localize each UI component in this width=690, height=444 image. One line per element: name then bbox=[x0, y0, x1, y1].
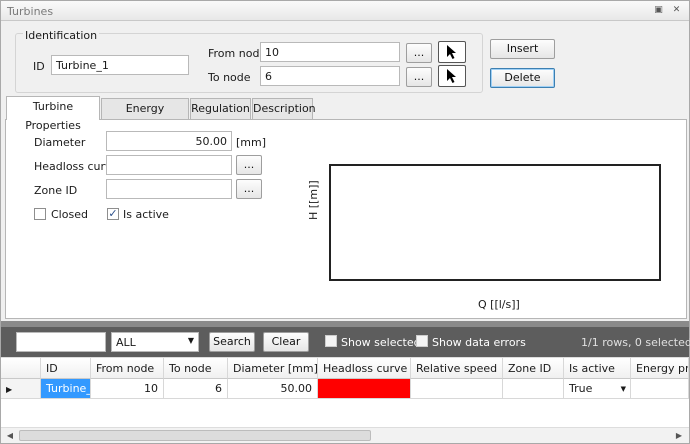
filter-bar: ALL ▼ Search Clear Show selected Show da… bbox=[1, 327, 690, 357]
tab-description[interactable]: Description bbox=[252, 98, 316, 119]
diameter-label: Diameter bbox=[34, 136, 86, 149]
close-icon[interactable]: ✕ bbox=[671, 5, 682, 16]
table-cell-id[interactable]: Turbine_1 bbox=[41, 379, 91, 399]
zone-id-browse-button[interactable]: ... bbox=[236, 179, 262, 199]
is-active-value: True bbox=[569, 382, 593, 395]
horizontal-scrollbar[interactable]: ◀ ▶ bbox=[1, 427, 689, 443]
table-cell-diameter[interactable]: 50.00 bbox=[228, 379, 318, 399]
current-row-arrow-icon: ▶ bbox=[6, 385, 13, 394]
to-node-input[interactable]: 6 bbox=[260, 66, 400, 86]
headloss-curve-browse-button[interactable]: ... bbox=[236, 155, 262, 175]
insert-button[interactable]: Insert bbox=[490, 39, 555, 59]
cursor-pointer-icon bbox=[447, 69, 456, 83]
column-header[interactable]: To node bbox=[164, 358, 228, 379]
delete-button[interactable]: Delete bbox=[490, 68, 555, 88]
scrollbar-thumb[interactable] bbox=[19, 430, 371, 441]
column-header[interactable]: Relative speed bbox=[411, 358, 503, 379]
column-header[interactable]: Energy price bbox=[631, 358, 689, 379]
column-header[interactable]: Diameter [mm] bbox=[228, 358, 318, 379]
identification-label: Identification bbox=[23, 29, 100, 42]
scroll-right-icon[interactable]: ▶ bbox=[673, 430, 685, 442]
table-cell-to-node[interactable]: 6 bbox=[164, 379, 228, 399]
show-selected-checkbox[interactable] bbox=[325, 335, 337, 347]
id-label: ID bbox=[33, 60, 45, 73]
row-header-corner bbox=[1, 358, 41, 379]
show-selected-label: Show selected bbox=[341, 336, 421, 349]
column-header[interactable]: From node bbox=[91, 358, 164, 379]
tab-energy-generate[interactable]: Energy Generate bbox=[101, 98, 189, 134]
search-button[interactable]: Search bbox=[209, 332, 255, 352]
filter-search-input[interactable] bbox=[16, 332, 106, 352]
to-node-pick-button[interactable] bbox=[438, 65, 466, 87]
table-cell-headloss-curve[interactable] bbox=[318, 379, 411, 399]
table-cell-is-active[interactable]: True ▼ bbox=[564, 379, 631, 399]
tab-regulation[interactable]: Regulation bbox=[190, 98, 251, 119]
turbine-properties-panel: Diameter 50.00 [mm] Headloss curve ... Z… bbox=[5, 119, 687, 319]
table-cell-zone-id[interactable] bbox=[503, 379, 564, 399]
clear-button[interactable]: Clear bbox=[263, 332, 309, 352]
show-data-errors-label: Show data errors bbox=[432, 336, 526, 349]
column-header[interactable]: Headloss curve bbox=[318, 358, 411, 379]
scroll-left-icon[interactable]: ◀ bbox=[4, 430, 16, 442]
id-input[interactable]: Turbine_1 bbox=[51, 55, 189, 75]
plot-y-axis-label: H [[m]] bbox=[307, 180, 320, 220]
to-node-label: To node bbox=[208, 71, 251, 84]
closed-checkbox[interactable] bbox=[34, 208, 46, 220]
chevron-down-icon: ▼ bbox=[187, 336, 194, 345]
table-cell-relative-speed[interactable] bbox=[411, 379, 503, 399]
restore-icon[interactable]: ▣ bbox=[653, 5, 664, 16]
is-active-checkbox[interactable]: ✓ bbox=[107, 208, 119, 220]
window-title: Turbines bbox=[7, 5, 54, 18]
diameter-unit: [mm] bbox=[236, 136, 267, 149]
plot-x-axis-label: Q [[l/s]] bbox=[478, 298, 520, 311]
from-node-pick-button[interactable] bbox=[438, 41, 466, 63]
show-data-errors-checkbox[interactable] bbox=[416, 335, 428, 347]
filter-select[interactable]: ALL ▼ bbox=[111, 332, 199, 352]
zone-id-input[interactable] bbox=[106, 179, 232, 199]
tab-turbine-properties[interactable]: Turbine Properties bbox=[6, 96, 100, 132]
row-header[interactable]: ▶ bbox=[1, 379, 41, 399]
filter-select-value: ALL bbox=[116, 336, 136, 349]
from-node-input[interactable]: 10 bbox=[260, 42, 400, 62]
closed-label: Closed bbox=[51, 208, 88, 221]
turbines-window: Turbines ▣ ✕ Identification ID Turbine_1… bbox=[0, 0, 690, 444]
row-status: 1/1 rows, 0 selected bbox=[581, 336, 690, 349]
title-bar: Turbines ▣ ✕ bbox=[1, 1, 689, 21]
turbines-table: ID From node To node Diameter [mm] Headl… bbox=[1, 357, 689, 427]
headloss-plot-area bbox=[329, 164, 661, 281]
diameter-input[interactable]: 50.00 bbox=[106, 131, 232, 151]
to-node-browse-button[interactable]: ... bbox=[406, 67, 432, 87]
table-cell-energy-price[interactable] bbox=[631, 379, 689, 399]
column-header[interactable]: Is active bbox=[564, 358, 631, 379]
from-node-browse-button[interactable]: ... bbox=[406, 43, 432, 63]
chevron-down-icon: ▼ bbox=[620, 385, 626, 393]
table-cell-from-node[interactable]: 10 bbox=[91, 379, 164, 399]
cursor-pointer-icon bbox=[447, 45, 456, 59]
is-active-label: Is active bbox=[123, 208, 169, 221]
from-node-label: From node bbox=[208, 47, 267, 60]
headloss-curve-input[interactable] bbox=[106, 155, 232, 175]
column-header[interactable]: ID bbox=[41, 358, 91, 379]
column-header[interactable]: Zone ID bbox=[503, 358, 564, 379]
zone-id-label: Zone ID bbox=[34, 184, 78, 197]
